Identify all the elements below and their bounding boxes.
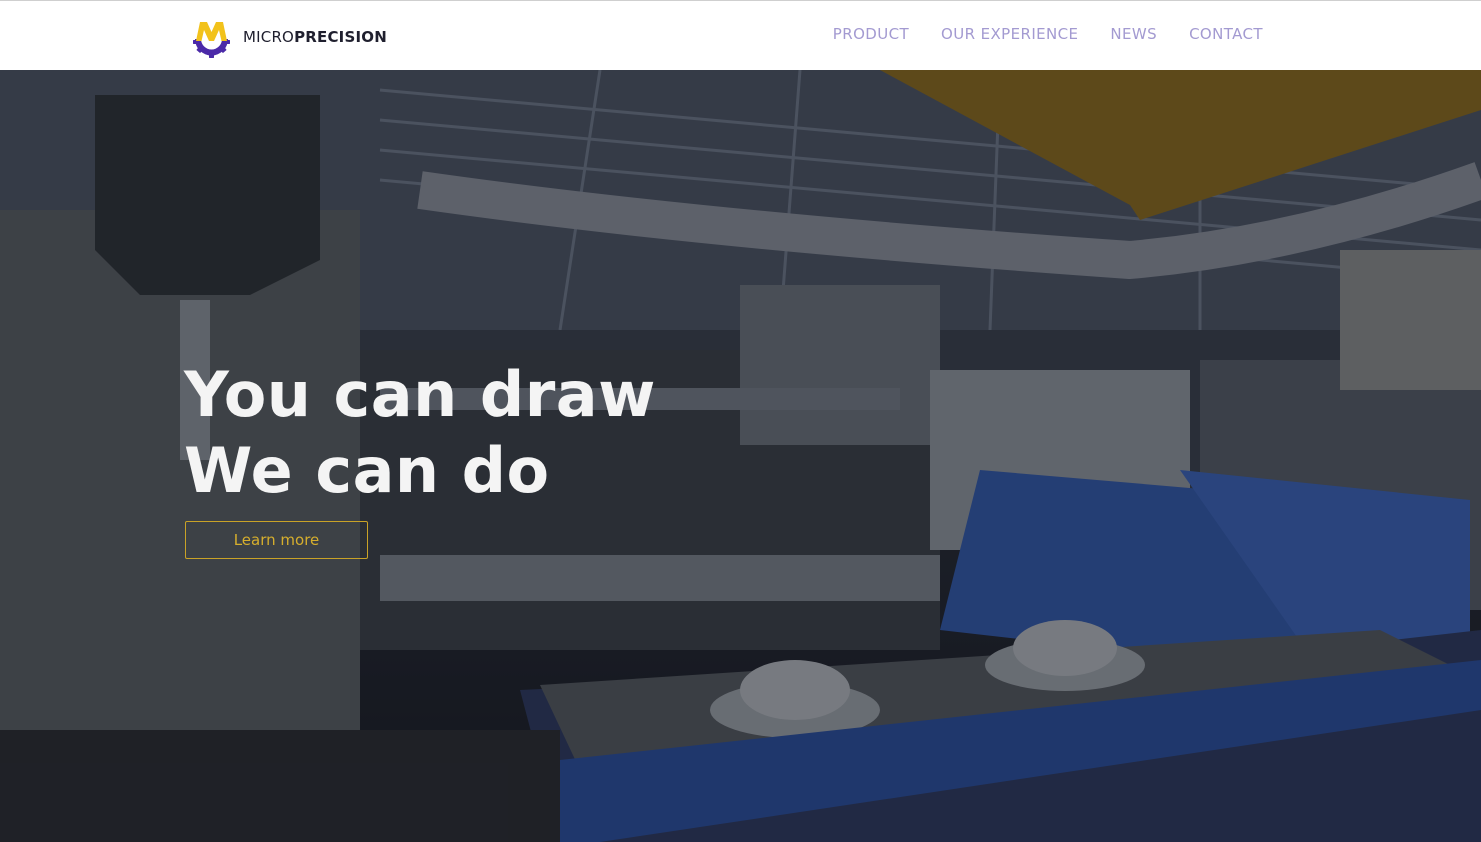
brand-name: MICROPRECISION (243, 28, 387, 46)
hero-title-line-2: We can do (184, 434, 550, 507)
main-nav: PRODUCT OUR EXPERIENCE NEWS CONTACT (801, 25, 1263, 43)
nav-item-our-experience[interactable]: OUR EXPERIENCE (941, 25, 1078, 43)
brand-name-regular: MICRO (243, 28, 295, 46)
hero-title-line-1: You can draw (184, 358, 656, 431)
nav-item-contact[interactable]: CONTACT (1189, 25, 1263, 43)
nav-item-news[interactable]: NEWS (1110, 25, 1157, 43)
learn-more-button[interactable]: Learn more (185, 521, 368, 559)
hero-section: You can draw We can do Learn more (0, 70, 1481, 842)
brand-name-bold: PRECISION (294, 28, 387, 46)
brand-logo-link[interactable]: MICROPRECISION (191, 17, 387, 58)
hero-title: You can draw We can do (184, 357, 884, 509)
nav-item-product[interactable]: PRODUCT (833, 25, 909, 43)
top-navbar: MICROPRECISION PRODUCT OUR EXPERIENCE NE… (0, 0, 1481, 70)
gear-m-logo-icon (193, 21, 230, 58)
